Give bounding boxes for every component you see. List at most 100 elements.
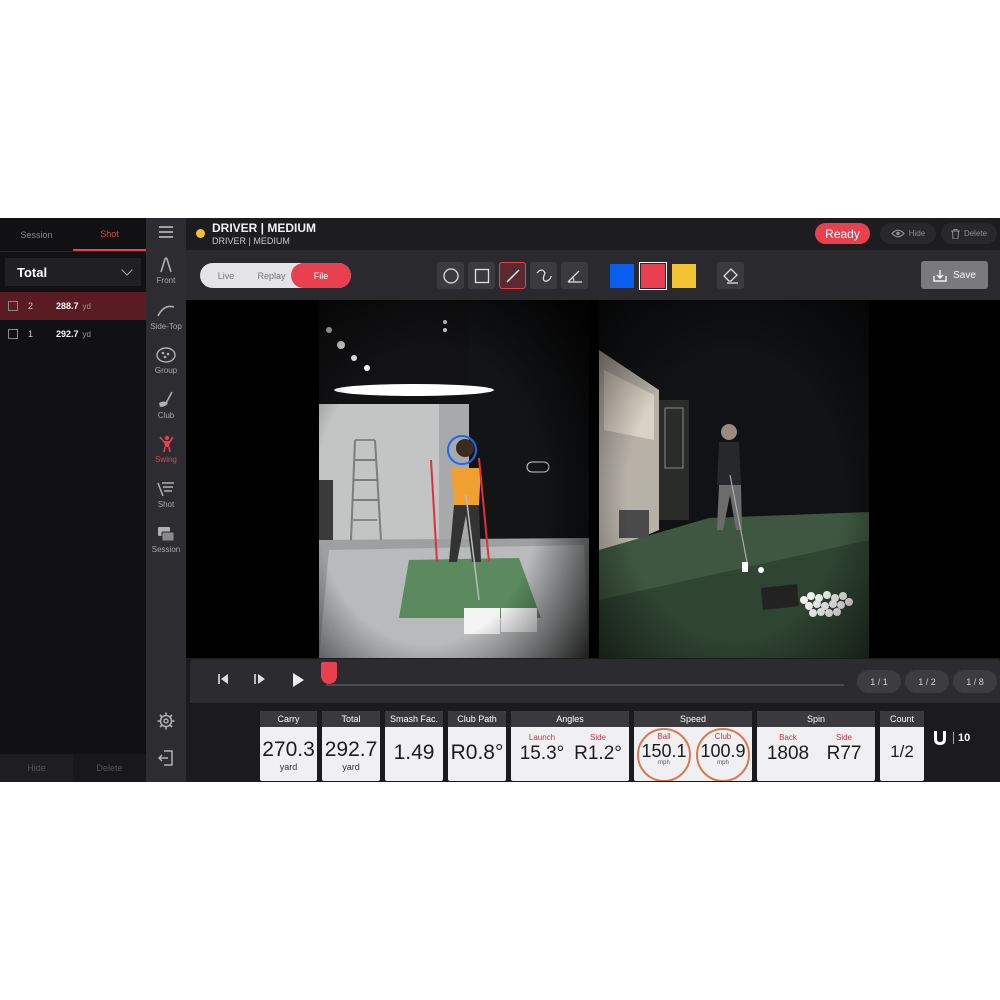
count-label: Count [880,711,924,727]
dropdown-value: Total [17,264,48,280]
playback-timeline: 1 / 1 1 / 2 1 / 8 [190,659,1000,703]
carry-label: Carry [260,711,317,727]
nav-session[interactable]: Session [146,525,186,554]
side-angle: Side R1.2° [571,733,625,763]
side-spin: Side R77 [817,733,871,763]
tab-session[interactable]: Session [0,218,73,251]
exit-button[interactable] [146,749,186,769]
nav-swing[interactable]: Swing [146,435,186,464]
page-button-side[interactable]: 1 / 2 [905,670,949,693]
carry-unit: yard [279,762,298,772]
club-subtitle: DRIVER | MEDIUM [212,236,290,246]
side-spin-value: R77 [826,743,862,764]
chevron-down-icon [121,264,133,276]
shot-row[interactable]: 2 288.7 yd [0,292,146,320]
shot-row[interactable]: 1 292.7 yd [0,320,146,348]
brand-text: 10 [953,732,970,744]
delete-label: Delete [963,229,988,238]
shot-number: 2 [28,301,34,311]
total-unit: yard [342,762,360,772]
header-bar: DRIVER | MEDIUM DRIVER | MEDIUM Ready Hi… [186,218,1000,250]
side-angle-value: R1.2° [574,743,622,764]
delete-button[interactable]: Delete [941,223,997,244]
circle-tool-icon[interactable] [437,262,464,289]
source-mode-switch: Live Replay File [200,263,351,288]
color-swatch-yellow[interactable] [672,264,696,288]
side-camera-view[interactable] [599,300,869,658]
step-back-icon[interactable] [216,672,230,691]
page-button-shots[interactable]: 1 / 8 [953,670,997,693]
color-swatch-red[interactable] [639,262,667,290]
carry-value: 270.3 [262,738,315,761]
delete-shots-button[interactable]: Delete [73,754,146,782]
mode-replay[interactable]: Replay [252,263,291,288]
shot-checkbox[interactable] [8,329,18,339]
video-viewport [186,300,1000,658]
carry-card: Carry 270.3 yard [260,711,317,781]
shot-distance: 292.7 [56,329,79,339]
curve-tool-icon[interactable] [530,262,557,289]
nav-front[interactable]: Front [146,256,186,285]
nav-club[interactable]: Club [146,391,186,420]
side-spin-label: Side [835,733,852,742]
back-spin-value: 1808 [766,743,810,764]
spin-card: Spin Back 1808 Side R77 [757,711,875,781]
angle-tool-icon[interactable] [561,262,588,289]
hide-button[interactable]: Hide [880,223,936,244]
side-angle-label: Side [589,733,606,742]
save-label: Save [953,269,976,281]
angles-label: Angles [511,711,629,727]
nav-label: Swing [155,455,177,464]
color-swatch-blue[interactable] [610,264,634,288]
back-spin: Back 1808 [761,733,815,763]
ready-status-button[interactable]: Ready [815,223,870,244]
shot-number: 1 [28,329,34,339]
eraser-icon[interactable] [717,262,744,289]
nav-group[interactable]: Group [146,346,186,375]
play-icon[interactable] [290,672,306,693]
shot-checkbox[interactable] [8,301,18,311]
panel-actions: Hide Delete [0,754,146,782]
save-button[interactable]: Save [921,261,988,289]
playhead-handle[interactable] [321,662,337,684]
timeline-track[interactable] [326,684,844,686]
hide-shots-button[interactable]: Hide [0,754,73,782]
nav-side-top[interactable]: Side-Top [146,302,186,331]
nav-label: Group [154,366,178,375]
nav-label: Club [157,411,175,420]
settings-button[interactable] [146,712,186,732]
side-top-view-icon [157,305,175,317]
mode-live[interactable]: Live [200,263,252,288]
tab-shot[interactable]: Shot [73,218,146,251]
line-tool-icon[interactable] [499,262,526,289]
nav-label: Shot [157,500,175,509]
club-color-dot [196,229,205,238]
shot-stats-bar: Carry 270.3 yard Total 292.7 yard Smash … [186,703,1000,782]
ball-speed-value: 150.1 [641,741,687,761]
rectangle-tool-icon[interactable] [468,262,495,289]
club-path-card: Club Path R0.8° [448,711,506,781]
nav-shot[interactable]: Shot [146,480,186,509]
logout-icon [157,750,173,766]
total-value: 292.7 [324,738,378,761]
angles-card: Angles Launch 15.3° Side R1.2° [511,711,629,781]
drawing-toolbar: Live Replay File Save [186,250,1000,300]
view-nav: Front Side-Top Group Club Swing Shot Ses… [146,218,186,782]
shot-list-panel: Session Shot Total 2 288.7 yd 1 292.7 yd… [0,218,146,782]
spin-label: Spin [757,711,875,727]
swing-icon [159,435,174,453]
total-card: Total 292.7 yard [322,711,380,781]
total-label: Total [322,711,380,727]
launch-label: Launch [528,733,556,742]
step-forward-icon[interactable] [252,672,266,691]
panel-tabs: Session Shot [0,218,146,252]
page-button-front[interactable]: 1 / 1 [857,670,901,693]
nav-label: Session [151,545,181,554]
shot-icon [157,482,174,497]
total-dropdown[interactable]: Total [5,258,141,286]
download-icon [933,269,947,282]
menu-icon[interactable] [146,226,186,240]
mode-file[interactable]: File [291,263,351,288]
count-card: Count 1/2 [880,711,924,781]
front-camera-view[interactable] [319,300,589,658]
